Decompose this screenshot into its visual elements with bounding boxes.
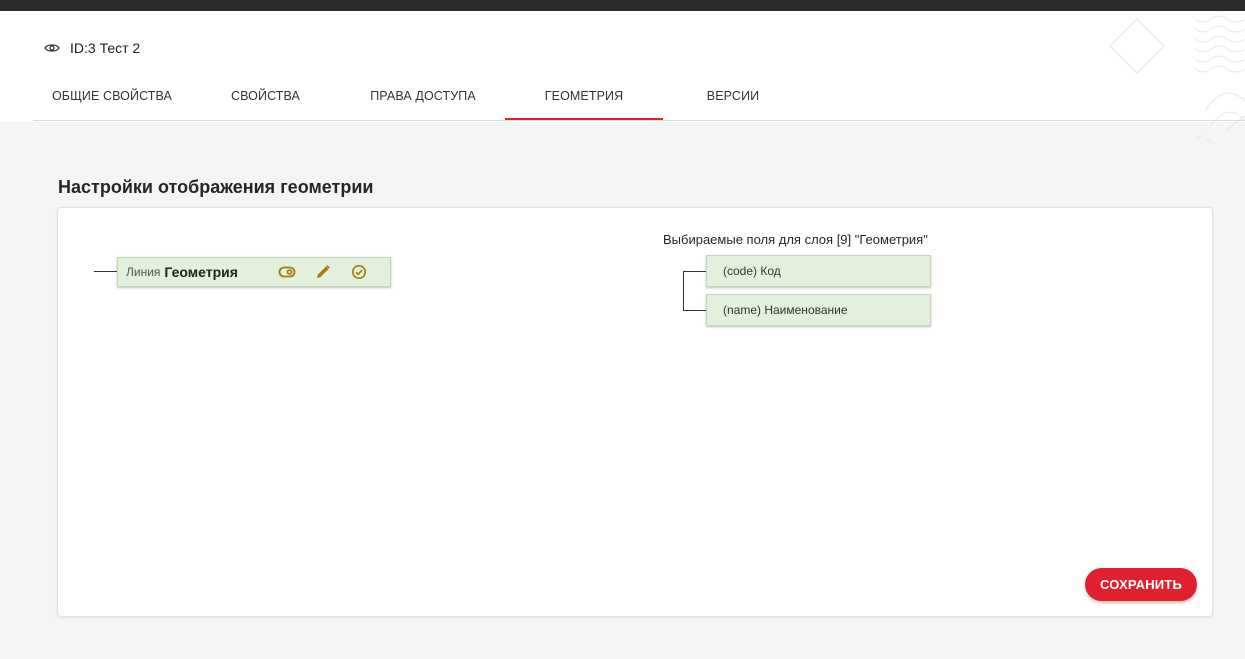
tab-properties[interactable]: СВОЙСТВА (223, 78, 308, 120)
record-title-row: ID:3 Тест 2 (44, 40, 140, 56)
tab-bar: ОБЩИЕ СВОЙСТВА СВОЙСТВА ПРАВА ДОСТУПА ГЕ… (33, 78, 1245, 121)
tab-versions[interactable]: ВЕРСИИ (698, 78, 768, 120)
tree-connector (94, 271, 117, 272)
save-button[interactable]: СОХРАНИТЬ (1085, 568, 1197, 601)
field-item-code[interactable]: (code) Код (706, 255, 931, 287)
section-title: Настройки отображения геометрии (58, 177, 374, 197)
layer-node-actions (278, 263, 368, 281)
tab-general-properties[interactable]: ОБЩИЕ СВОЙСТВА (50, 78, 174, 120)
check-circle-icon[interactable] (350, 263, 368, 281)
layer-type-label: Линия (126, 265, 161, 279)
layer-node[interactable]: Линия Геометрия (117, 257, 391, 287)
tab-access-rights[interactable]: ПРАВА ДОСТУПА (358, 78, 488, 120)
field-item-name[interactable]: (name) Наименование (706, 294, 931, 326)
fields-tree-branch-2 (683, 310, 706, 311)
eye-icon (44, 42, 60, 54)
geometry-settings-card: Линия Геометрия Выбираемые поля для слоя… (57, 207, 1213, 617)
layer-name: Геометрия (164, 264, 238, 280)
record-title: ID:3 Тест 2 (70, 40, 141, 56)
top-bar (0, 0, 1245, 11)
tab-geometry[interactable]: ГЕОМЕТРИЯ (505, 78, 663, 120)
pencil-icon[interactable] (314, 263, 332, 281)
toggle-visibility-icon[interactable] (278, 263, 296, 281)
fields-tree-vertical (683, 271, 684, 311)
fields-panel-label: Выбираемые поля для слоя [9] "Геометрия" (663, 232, 928, 247)
fields-tree-branch-1 (683, 271, 706, 272)
